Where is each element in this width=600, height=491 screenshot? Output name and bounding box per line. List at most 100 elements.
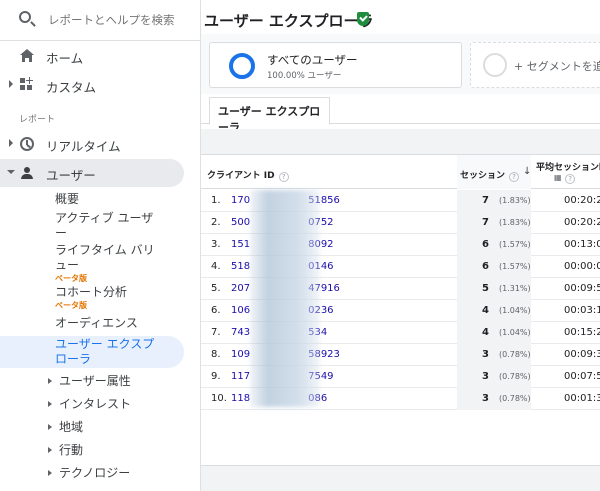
collapse-arrow-icon[interactable] <box>7 170 15 174</box>
avg-session-duration: 00:07:5 <box>564 371 600 382</box>
search-placeholder[interactable]: レポートとヘルプを検索 <box>48 12 175 28</box>
tab-user-explorer[interactable]: ユーザー エクスプローラ <box>209 97 330 134</box>
sessions-value: 4 <box>482 305 489 316</box>
group-interests[interactable]: インタレスト <box>48 395 131 412</box>
table-toolbar <box>201 129 600 155</box>
sessions-percent: (1.04%) <box>499 306 531 315</box>
sessions-value: 4 <box>482 327 489 338</box>
row-index: 7. <box>211 327 221 338</box>
expand-arrow-icon <box>48 424 52 430</box>
sub-audience[interactable]: オーディエンス <box>55 316 138 331</box>
help-icon[interactable]: ? <box>565 174 576 184</box>
sessions-percent: (1.57%) <box>499 240 531 249</box>
nav-realtime-label: リアルタイム <box>46 139 121 154</box>
beta-badge: ベータ版 <box>55 301 87 310</box>
group-technology[interactable]: テクノロジー <box>48 464 130 481</box>
sessions-value: 6 <box>482 261 489 272</box>
nav-home-label: ホーム <box>46 51 84 66</box>
nav-users[interactable]: ユーザー <box>0 159 184 187</box>
expand-arrow-icon[interactable] <box>9 80 13 88</box>
search-icon <box>19 11 31 23</box>
reports-section-label: レポート <box>19 115 56 125</box>
add-segment-button[interactable]: + セグメントを追加 <box>470 42 600 88</box>
sessions-cell: 7 (1.83%) <box>457 190 531 212</box>
sessions-value: 3 <box>482 349 489 360</box>
sessions-cell: 6 (1.57%) <box>457 256 531 278</box>
avg-session-duration: 00:13:0 <box>564 239 600 250</box>
expand-arrow-icon <box>48 378 52 384</box>
sub-user-explorer[interactable]: ユーザー エクスプ ローラ <box>0 336 184 368</box>
sessions-cell: 6 (1.57%) <box>457 234 531 256</box>
sessions-value: 5 <box>482 283 489 294</box>
row-index: 3. <box>211 239 221 250</box>
expand-arrow-icon <box>48 470 52 476</box>
sessions-cell: 3 (0.78%) <box>457 344 531 366</box>
row-index: 4. <box>211 261 221 272</box>
tab-bar: ユーザー エクスプローラ <box>201 94 600 134</box>
sessions-percent: (0.78%) <box>499 372 531 381</box>
col-avg-session-duration[interactable]: 平均セッション時 <box>536 160 600 173</box>
sessions-cell: 5 (1.31%) <box>457 278 531 300</box>
clock-icon <box>20 137 34 151</box>
sessions-percent: (1.83%) <box>499 196 531 205</box>
segment-name: すべてのユーザー <box>267 53 358 67</box>
group-demographics[interactable]: ユーザー属性 <box>48 372 131 389</box>
sessions-percent: (1.31%) <box>499 284 531 293</box>
search-bar[interactable]: レポートとヘルプを検索 <box>0 0 201 41</box>
avg-session-duration: 00:03:1 <box>564 305 600 316</box>
group-behavior[interactable]: 行動 <box>48 441 83 458</box>
row-index: 2. <box>211 217 221 228</box>
bottom-bar <box>201 465 600 491</box>
help-icon[interactable]: ? <box>278 172 289 182</box>
segment-card[interactable]: すべてのユーザー 100.00% ユーザー <box>209 42 462 88</box>
sub-active-users[interactable]: アクティブ ユーザ <box>55 211 153 226</box>
col-sessions[interactable]: セッション? ↓ <box>457 155 531 189</box>
row-index: 9. <box>211 371 221 382</box>
nav-custom-label: カスタム <box>46 80 97 95</box>
sub-overview[interactable]: 概要 <box>55 192 79 207</box>
page-title: ユーザー エクスプローラ <box>204 12 374 30</box>
nav-realtime[interactable]: リアルタイム <box>0 130 201 158</box>
row-index: 8. <box>211 349 221 360</box>
sessions-value: 7 <box>482 217 489 228</box>
dashboard-grid-icon <box>20 77 34 92</box>
segment-percent: 100.00% ユーザー <box>267 71 342 81</box>
sessions-cell: 4 (1.04%) <box>457 300 531 322</box>
segment-area: すべてのユーザー 100.00% ユーザー + セグメントを追加 <box>201 34 600 94</box>
sessions-value: 3 <box>482 371 489 382</box>
row-index: 1. <box>211 195 221 206</box>
verified-shield-icon <box>357 12 369 26</box>
sessions-cell: 3 (0.78%) <box>457 366 531 388</box>
row-index: 5. <box>211 283 221 294</box>
expand-arrow-icon <box>48 447 52 453</box>
avg-session-duration: 00:00:0 <box>564 261 600 272</box>
avg-session-duration: 00:20:2 <box>564 217 600 228</box>
sessions-percent: (1.57%) <box>499 262 531 271</box>
home-icon <box>20 49 34 63</box>
nav-custom[interactable]: カスタム <box>0 71 201 99</box>
add-segment-circle-icon <box>483 53 507 77</box>
sub-user-explorer-label-cont: ローラ <box>55 352 92 366</box>
sort-desc-icon[interactable]: ↓ <box>523 166 531 177</box>
expand-arrow-icon <box>48 401 52 407</box>
sessions-percent: (1.83%) <box>499 218 531 227</box>
sessions-value: 6 <box>482 239 489 250</box>
row-index: 10. <box>211 393 227 404</box>
group-geo[interactable]: 地域 <box>48 418 83 435</box>
sessions-cell: 4 (1.04%) <box>457 322 531 344</box>
avg-session-duration: 00:15:2 <box>564 327 600 338</box>
sub-active-users-cont[interactable]: ー <box>55 226 67 241</box>
expand-arrow-icon[interactable] <box>9 139 13 147</box>
sidebar: レポートとヘルプを検索 ホーム カスタム レポート リアルタイム ユーザー 概要… <box>0 0 201 491</box>
sub-lifetime-value[interactable]: ライフタイム バリ <box>55 243 155 258</box>
sessions-cell: 7 (1.83%) <box>457 212 531 234</box>
nav-home[interactable]: ホーム <box>0 42 201 70</box>
sub-cohort[interactable]: コホート分析 <box>55 285 127 300</box>
sub-lifetime-value-cont[interactable]: ュー <box>55 258 79 273</box>
segment-circle-icon <box>229 53 255 79</box>
row-index: 6. <box>211 305 221 316</box>
person-icon <box>20 166 34 180</box>
beta-badge: ベータ版 <box>55 274 87 283</box>
col-client-id[interactable]: クライアント ID? <box>207 168 289 182</box>
help-icon[interactable]: ? <box>509 172 520 182</box>
